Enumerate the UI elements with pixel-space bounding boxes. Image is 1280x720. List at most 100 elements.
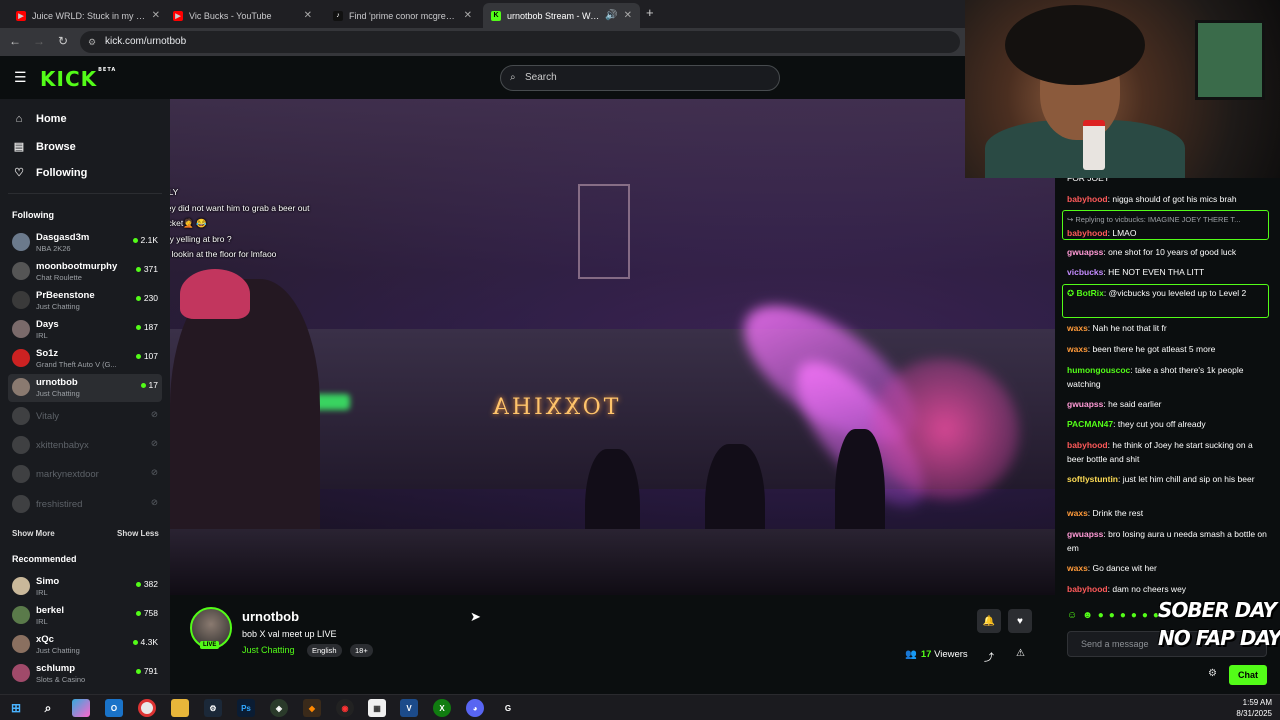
app-icon[interactable]: ◆	[303, 699, 321, 717]
chat-send-button[interactable]: Chat	[1229, 665, 1267, 685]
stream-category[interactable]: Just Chatting	[242, 645, 295, 655]
offline-icon: ⊘	[150, 438, 158, 448]
copilot-icon[interactable]	[72, 699, 90, 717]
live-dot	[132, 640, 138, 646]
discord-icon[interactable]: ◕	[466, 699, 484, 717]
browser-tab[interactable]: ♪ Find 'prime conor mcgregor' on ✕	[325, 3, 480, 28]
avatar	[12, 320, 30, 338]
url-field[interactable]: ⚙ kick.com/urnotbob	[80, 31, 960, 53]
following-channel[interactable]: moonbootmurphy Chat Roulette 371	[8, 258, 162, 286]
windows-taskbar: ⊞ ⌕ O ⚙ Ps ◈ ◆ ◉ ▦ V X ◕ G 1:59 AM 8/31/…	[0, 694, 1280, 720]
search-icon[interactable]: ⌕	[39, 699, 57, 717]
close-tab-icon[interactable]: ✕	[624, 10, 632, 21]
file-explorer-icon[interactable]	[171, 699, 189, 717]
outlook-icon[interactable]: O	[105, 699, 123, 717]
chat-message: waxs: been there he got atleast 5 more	[1067, 344, 1216, 354]
following-channel[interactable]: Days IRL 187	[8, 316, 162, 344]
offline-channel[interactable]: xkittenbabyx ⊘	[8, 432, 162, 460]
clock[interactable]: 1:59 AM 8/31/2025	[1236, 697, 1272, 719]
vegas-icon[interactable]: V	[400, 699, 418, 717]
home-icon: ⌂	[15, 113, 23, 125]
site-info-icon[interactable]: ⚙	[88, 31, 96, 53]
menu-icon[interactable]: ☰	[14, 69, 27, 86]
share-icon[interactable]: ⤴	[984, 649, 994, 664]
avatar	[12, 495, 30, 513]
chat-bot-message: ✪ BotRix: @vicbucks you leveled up to Le…	[1062, 284, 1269, 318]
webcam-hair	[1005, 5, 1145, 85]
neon-sign: TOXXIHA	[490, 395, 619, 420]
xbox-icon[interactable]: X	[433, 699, 451, 717]
recommended-channel[interactable]: xQc Just Chatting 4.3K	[8, 631, 162, 659]
chat-message: vicbucks: HE NOT EVEN THA LITT	[1067, 267, 1205, 277]
following-channel[interactable]: So1z Grand Theft Auto V (G... 107	[8, 345, 162, 373]
show-more-button[interactable]: Show More	[12, 529, 55, 538]
steam-icon[interactable]: ⚙	[204, 699, 222, 717]
gear-icon[interactable]: ⚙	[1208, 668, 1217, 679]
app-icon[interactable]: ◈	[270, 699, 288, 717]
overlay-chat-message: talonnong They did not want him to grab …	[170, 203, 310, 213]
live-dot	[135, 582, 141, 588]
avatar	[12, 465, 30, 483]
viewers-icon: 👥	[905, 649, 917, 660]
video-player[interactable]: TOXXIHA humongouscoc@sizrp ILY talonnong…	[170, 99, 1055, 595]
recommended-channel[interactable]: berkel IRL 758	[8, 602, 162, 630]
chat-message: babyhood: nigga should of got his mics b…	[1067, 194, 1237, 204]
streamer-name[interactable]: urnotbob	[242, 609, 299, 624]
nav-browse[interactable]: ▤ Browse	[12, 140, 76, 154]
following-channel[interactable]: PrBeenstone Just Chatting 230	[8, 287, 162, 315]
reload-icon[interactable]: ↻	[55, 34, 71, 48]
tiktok-icon: ♪	[333, 10, 343, 21]
video-cap	[180, 269, 250, 319]
live-dot	[135, 611, 141, 617]
site-header: ☰ KICKBETA ⌕ Search	[0, 57, 1060, 99]
mute-tab-icon[interactable]: 🔊	[605, 10, 617, 21]
browser-tab-active[interactable]: K urnotbob Stream - Watch Li 🔊 ✕	[483, 3, 640, 28]
chat-message: babyhood: he think of Joey he start suck…	[1067, 440, 1253, 464]
avatar	[12, 349, 30, 367]
photoshop-icon[interactable]: Ps	[237, 699, 255, 717]
following-channel[interactable]: Dasgasd3m NBA 2K26 2.1K	[8, 229, 162, 257]
nav-home[interactable]: ⌂ Home	[12, 113, 67, 125]
live-dot	[132, 238, 138, 244]
recommended-channel[interactable]: Simo IRL 382	[8, 573, 162, 601]
nav-following[interactable]: ♡ Following	[12, 166, 87, 180]
beta-badge: BETA	[98, 67, 117, 73]
kick-logo[interactable]: KICKBETA	[40, 67, 116, 91]
app-icon[interactable]: G	[499, 699, 517, 717]
show-less-button[interactable]: Show Less	[117, 529, 159, 538]
offline-channel[interactable]: markynextdoor ⊘	[8, 461, 162, 489]
back-icon[interactable]: ←	[7, 34, 23, 48]
heart-icon: ♥	[1017, 615, 1023, 627]
app-icon[interactable]: ◉	[336, 699, 354, 717]
browser-tab[interactable]: ▶ Vic Bucks - YouTube ✕	[165, 3, 320, 28]
recommended-channel[interactable]: schlump Slots & Casino 791	[8, 660, 162, 688]
chrome-icon[interactable]	[138, 699, 156, 717]
report-icon[interactable]: ⚠	[1016, 648, 1025, 659]
tag-language[interactable]: English	[307, 644, 342, 657]
chat-message: softlystuntin: just let him chill and si…	[1067, 474, 1255, 484]
windows-start-icon[interactable]: ⊞	[7, 699, 25, 717]
close-tab-icon[interactable]: ✕	[152, 10, 160, 21]
chat-message: waxs: Go dance wit her	[1067, 563, 1157, 573]
chat-message: waxs: Drink the rest	[1067, 508, 1144, 518]
offline-channel[interactable]: Vitaly ⊘	[8, 403, 162, 431]
tag-mature[interactable]: 18+	[350, 644, 373, 657]
offline-icon: ⊘	[150, 497, 158, 507]
browser-tab[interactable]: ▶ Juice WRLD: Stuck in my ways | ✕	[8, 3, 168, 28]
following-channel-selected[interactable]: urnotbob Just Chatting 17	[8, 374, 162, 402]
overlay-chat-message: humongouscoc@sizrp ILY	[170, 187, 179, 197]
store-icon[interactable]: ▦	[368, 699, 386, 717]
chat-message: humongouscoc: take a shot there's 1k peo…	[1067, 365, 1244, 389]
chat-message: gwuapss: he said earlier	[1067, 399, 1162, 409]
chat-message: gwuapss: one shot for 10 years of good l…	[1067, 247, 1237, 257]
offline-channel[interactable]: freshistired ⊘	[8, 491, 162, 519]
live-dot	[135, 325, 141, 331]
search-input[interactable]: ⌕ Search	[500, 65, 780, 91]
forward-icon[interactable]: →	[31, 34, 47, 48]
follow-button[interactable]: ♥	[1008, 609, 1032, 633]
mouse-cursor: ➤	[470, 609, 481, 624]
new-tab-icon[interactable]: +	[646, 5, 654, 20]
close-tab-icon[interactable]: ✕	[464, 10, 472, 21]
close-tab-icon[interactable]: ✕	[304, 10, 312, 21]
notification-bell-button[interactable]: 🔔	[977, 609, 1001, 633]
